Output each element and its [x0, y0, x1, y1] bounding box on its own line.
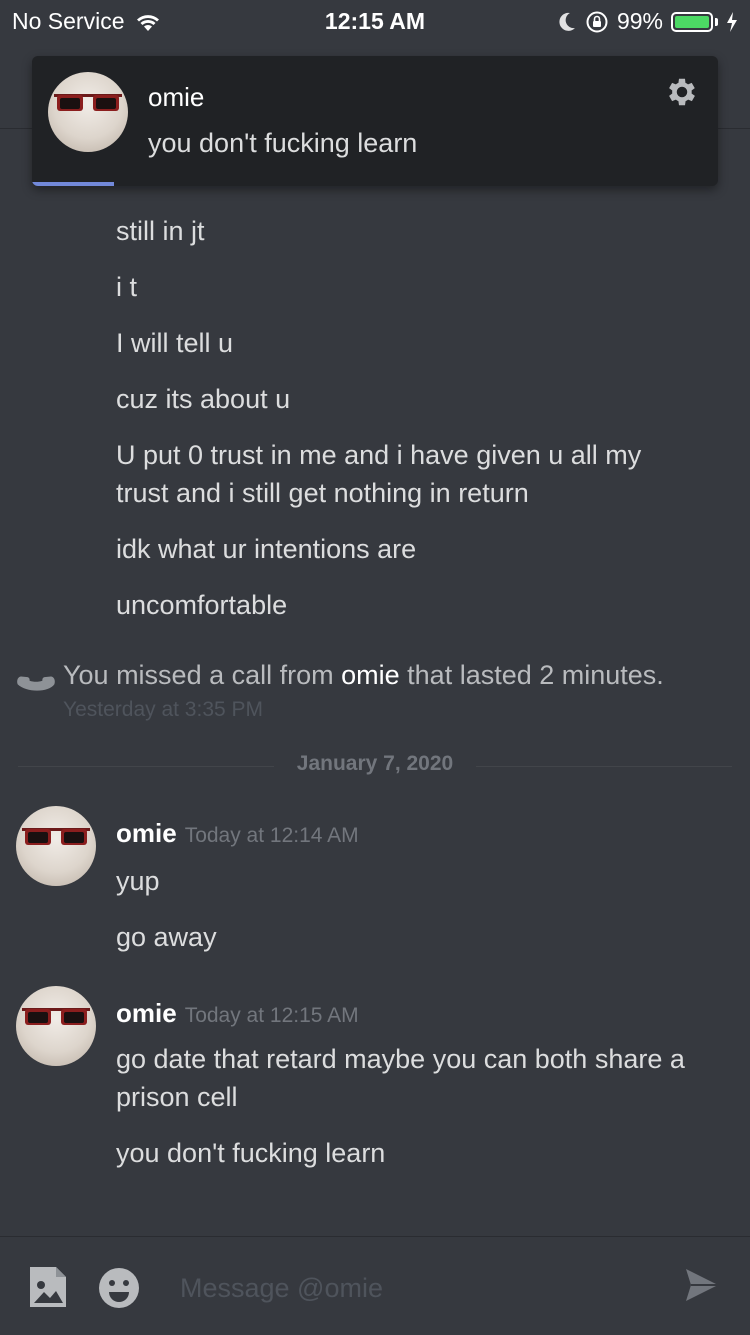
message-line[interactable]: still in jt: [116, 212, 205, 250]
message-line[interactable]: you don't fucking learn: [116, 1134, 385, 1172]
missed-call-prefix: You missed a call from: [63, 660, 342, 690]
message-line[interactable]: U put 0 trust in me and i have given u a…: [116, 436, 641, 474]
avatar[interactable]: [16, 986, 96, 1066]
missed-call-text: You missed a call from omie that lasted …: [63, 656, 664, 694]
message-timestamp: Today at 12:14 AM: [184, 824, 359, 847]
emoji-icon[interactable]: [98, 1267, 140, 1309]
charging-icon: [727, 11, 737, 32]
divider-line-right: [476, 766, 732, 767]
missed-call-user[interactable]: omie: [341, 660, 400, 690]
message-line[interactable]: prison cell: [116, 1078, 238, 1116]
battery-nub: [715, 17, 718, 26]
message-line[interactable]: go away: [116, 918, 217, 956]
toast-avatar: [48, 72, 128, 152]
message-timestamp: Today at 12:15 AM: [184, 1004, 359, 1027]
message-line[interactable]: go date that retard maybe you can both s…: [116, 1040, 685, 1078]
message-line[interactable]: I will tell u: [116, 324, 233, 362]
divider-line-left: [18, 766, 274, 767]
message-line[interactable]: cuz its about u: [116, 380, 290, 418]
author-name[interactable]: omie: [116, 998, 177, 1028]
message-input[interactable]: [178, 1267, 652, 1309]
rotation-lock-icon: [586, 11, 608, 32]
sunglasses-icon: [54, 94, 122, 111]
moon-icon: [559, 12, 575, 31]
avatar[interactable]: [16, 806, 96, 886]
sunglasses-icon: [22, 1008, 90, 1025]
send-icon[interactable]: [684, 1267, 720, 1303]
status-bar: No Service 12:15 AM 99%: [0, 0, 750, 40]
missed-call-suffix: that lasted 2 minutes.: [399, 660, 664, 690]
message-line[interactable]: i t: [116, 268, 137, 306]
message-author[interactable]: omie Today at 12:14 AM: [116, 818, 359, 849]
phone-icon: [17, 676, 55, 691]
divider-date: January 7, 2020: [296, 752, 454, 775]
author-name[interactable]: omie: [116, 818, 177, 848]
battery-percent: 99%: [616, 8, 663, 34]
message-line[interactable]: yup: [116, 862, 160, 900]
battery-icon: [671, 11, 713, 32]
sunglasses-icon: [22, 828, 90, 845]
missed-call-time: Yesterday at 3:35 PM: [63, 698, 264, 721]
status-right: 99%: [557, 8, 738, 35]
message-author[interactable]: omie Today at 12:15 AM: [116, 998, 359, 1029]
message-line[interactable]: idk what ur intentions are: [116, 530, 416, 568]
toast-message: you don't fucking learn: [148, 128, 418, 158]
toast-progress-bar: [32, 182, 115, 186]
message-line[interactable]: trust and i still get nothing in return: [116, 474, 529, 512]
gear-icon[interactable]: [664, 74, 700, 110]
image-upload-icon[interactable]: [28, 1265, 68, 1309]
message-line[interactable]: uncomfortable: [116, 586, 287, 624]
toast-author: omie: [148, 82, 205, 112]
message-composer: [0, 1236, 750, 1335]
notification-toast[interactable]: omie you don't fucking learn: [32, 56, 718, 186]
battery-fill: [675, 15, 709, 28]
